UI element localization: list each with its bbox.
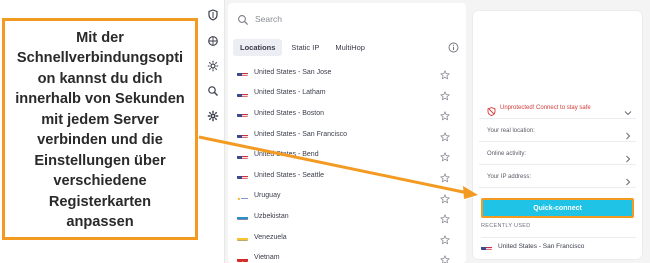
- location-row[interactable]: Vietnam: [228, 247, 466, 263]
- favorite-star-icon[interactable]: [440, 211, 450, 224]
- favorite-star-icon[interactable]: [440, 67, 450, 80]
- us-flag-icon: [237, 151, 248, 159]
- location-label: Uzbekistan: [254, 212, 289, 220]
- chevron-right-icon: [624, 173, 632, 185]
- location-label: United States - San Francisco: [254, 130, 347, 138]
- recently-used-heading: RECENTLY USED: [481, 223, 531, 229]
- real-location-row[interactable]: Your real location:: [479, 120, 636, 142]
- uz-flag-icon: [237, 212, 248, 221]
- us-flag-icon: [237, 171, 248, 180]
- location-row[interactable]: United States - San Jose: [228, 62, 466, 83]
- favorite-star-icon[interactable]: [440, 252, 450, 263]
- location-label: United States - Bend: [254, 151, 319, 159]
- us-flag-icon: [237, 89, 248, 97]
- annotation-callout: Mit der Schnellverbindungsopti on kannst…: [2, 18, 198, 240]
- recent-location-label: United States - San Francisco: [498, 242, 585, 250]
- ip-address-row[interactable]: Your IP address:: [479, 166, 636, 188]
- search-icon: [237, 13, 249, 26]
- location-row[interactable]: Uruguay: [228, 186, 466, 207]
- location-row[interactable]: Uzbekistan: [228, 206, 466, 227]
- location-list: United States - San Jose United States -…: [228, 62, 466, 263]
- location-row[interactable]: United States - Seattle: [228, 165, 466, 186]
- sidebar-rail: [201, 0, 225, 263]
- location-label: Venezuela: [254, 233, 287, 241]
- chevron-down-icon: [624, 104, 632, 115]
- uy-flag-icon: [237, 192, 248, 200]
- ve-flag-icon: [237, 233, 248, 242]
- vn-flag-icon: [237, 254, 248, 262]
- location-label: United States - San Jose: [254, 68, 332, 76]
- tab-multihop[interactable]: MultiHop: [328, 39, 372, 56]
- connection-panel: Unprotected! Connect to stay safe Your r…: [472, 10, 643, 260]
- favorite-star-icon[interactable]: [440, 191, 450, 203]
- recent-location-row[interactable]: United States - San Francisco: [481, 237, 636, 251]
- favorite-star-icon[interactable]: [440, 88, 450, 100]
- ip-address-label: Your IP address:: [487, 173, 532, 180]
- online-activity-label: Online activity:: [487, 150, 527, 157]
- shield-icon[interactable]: [207, 9, 219, 21]
- location-label: United States - Seattle: [254, 171, 325, 179]
- us-flag-icon: [481, 242, 492, 250]
- favorite-star-icon[interactable]: [440, 149, 450, 162]
- location-row[interactable]: United States - Boston: [228, 103, 466, 124]
- info-icon[interactable]: [448, 40, 459, 53]
- locations-panel: Locations Static IP MultiHop United Stat…: [228, 3, 466, 263]
- us-flag-icon: [237, 130, 248, 139]
- chevron-right-icon: [624, 127, 632, 139]
- globe-icon[interactable]: [207, 35, 219, 47]
- favorite-star-icon[interactable]: [440, 129, 450, 141]
- unprotected-shield-icon: [487, 103, 496, 117]
- search-ip-icon[interactable]: [207, 85, 219, 97]
- us-flag-icon: [237, 109, 248, 118]
- location-row[interactable]: United States - San Francisco: [228, 124, 466, 145]
- location-label: Vietnam: [254, 254, 280, 262]
- search-input[interactable]: [255, 14, 445, 24]
- quick-connect-button[interactable]: Quick-connect: [481, 198, 634, 218]
- favorite-star-icon[interactable]: [440, 170, 450, 183]
- location-label: United States - Boston: [254, 109, 325, 117]
- protection-status-row[interactable]: Unprotected! Connect to stay safe: [479, 97, 636, 119]
- location-tabs: Locations Static IP MultiHop: [233, 37, 459, 57]
- us-flag-icon: [237, 68, 248, 77]
- settings-gear-icon[interactable]: [207, 60, 219, 72]
- tab-static-ip[interactable]: Static IP: [284, 39, 326, 56]
- location-row[interactable]: United States - Latham: [228, 83, 466, 104]
- status-card: Unprotected! Connect to stay safe Your r…: [479, 97, 636, 189]
- chevron-right-icon: [624, 150, 632, 162]
- annotation-text: Mit der Schnellverbindungsopti on kannst…: [15, 29, 185, 231]
- favorite-star-icon[interactable]: [440, 108, 450, 121]
- online-activity-row[interactable]: Online activity:: [479, 143, 636, 165]
- location-row[interactable]: United States - Bend: [228, 144, 466, 165]
- protection-warning-text: Unprotected! Connect to stay safe: [500, 104, 591, 111]
- real-location-label: Your real location:: [487, 127, 535, 134]
- location-row[interactable]: Venezuela: [228, 227, 466, 248]
- settings-cog-icon[interactable]: [207, 110, 219, 122]
- vpn-app-window: Locations Static IP MultiHop United Stat…: [201, 0, 650, 263]
- location-label: United States - Latham: [254, 89, 326, 97]
- search-bar[interactable]: [233, 7, 459, 31]
- tab-locations[interactable]: Locations: [233, 38, 283, 56]
- location-label: Uruguay: [254, 192, 281, 200]
- favorite-star-icon[interactable]: [440, 232, 450, 244]
- screenshot: Mit der Schnellverbindungsopti on kannst…: [0, 0, 650, 263]
